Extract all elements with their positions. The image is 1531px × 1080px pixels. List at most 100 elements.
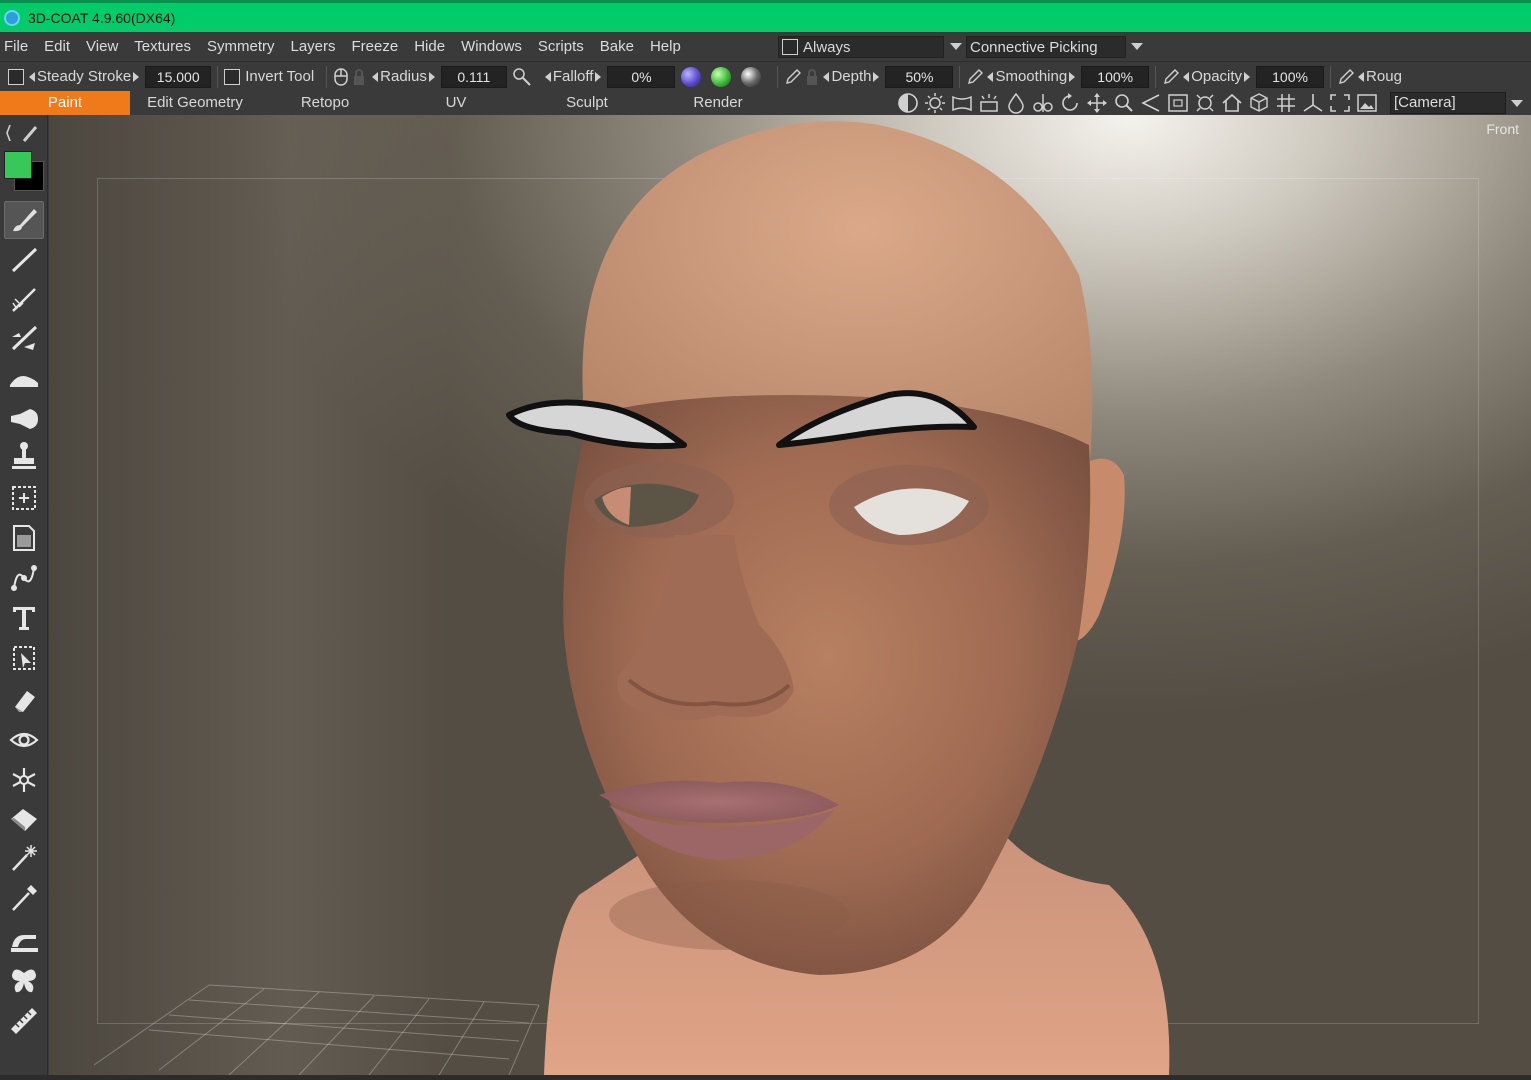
screenshot-icon[interactable] [1355, 92, 1379, 114]
fullscreen-icon[interactable] [1328, 92, 1352, 114]
fov-icon[interactable] [1139, 92, 1163, 114]
radius-pick-icon[interactable] [511, 66, 533, 88]
steady-stroke-increase-icon[interactable] [133, 71, 140, 82]
depth-increase-icon[interactable] [873, 71, 880, 82]
tool-frame[interactable] [4, 479, 44, 517]
menu-hide[interactable]: Hide [406, 32, 453, 61]
smoothing-increase-icon[interactable] [1069, 71, 1076, 82]
steady-stroke-toggle[interactable]: Steady Stroke [8, 68, 140, 85]
falloff-control[interactable]: Falloff [544, 68, 602, 85]
smoothing-pen-icon[interactable] [966, 68, 984, 86]
home-icon[interactable] [1220, 92, 1244, 114]
always-check-icon[interactable] [782, 39, 798, 55]
gloss-ball-icon[interactable] [741, 66, 762, 87]
room-tab-paint[interactable]: Paint [0, 91, 130, 115]
steady-stroke-value[interactable]: 15.000 [145, 65, 212, 88]
menu-layers[interactable]: Layers [282, 32, 343, 61]
opacity-decrease-icon[interactable] [1183, 71, 1190, 82]
rotate-view-icon[interactable] [1058, 92, 1082, 114]
menu-bake[interactable]: Bake [592, 32, 642, 61]
menu-edit[interactable]: Edit [36, 32, 78, 61]
tool-stamp[interactable] [4, 437, 44, 475]
depth-decrease-icon[interactable] [823, 71, 830, 82]
tool-curve[interactable] [4, 559, 44, 597]
tool-text[interactable] [4, 599, 44, 637]
tool-brush[interactable] [4, 201, 44, 239]
tool-eyedropper[interactable] [4, 879, 44, 917]
tool-ruler[interactable] [4, 1001, 44, 1039]
tool-hide[interactable] [4, 721, 44, 759]
always-dropdown-icon[interactable] [950, 43, 962, 50]
drop-icon[interactable] [1004, 92, 1028, 114]
falloff-decrease-icon[interactable] [544, 71, 551, 82]
opacity-pen-icon[interactable] [1162, 68, 1180, 86]
tool-magic-wand[interactable] [4, 839, 44, 877]
tool-collapse-icon[interactable] [4, 121, 44, 145]
steady-stroke-check-icon[interactable] [8, 68, 24, 85]
steady-stroke-decrease-icon[interactable] [29, 71, 35, 82]
radius-value[interactable]: 0.111 [440, 65, 507, 88]
invert-tool-check-icon[interactable] [224, 68, 241, 85]
radius-control[interactable]: Radius [333, 67, 435, 87]
tool-page[interactable] [4, 519, 44, 557]
opacity-control[interactable]: Opacity [1162, 68, 1251, 86]
menu-scripts[interactable]: Scripts [530, 32, 592, 61]
room-tab-edit-geometry[interactable]: Edit Geometry [130, 91, 260, 115]
depth-pen-icon[interactable] [784, 68, 802, 86]
color-ball-icon[interactable] [711, 66, 732, 87]
tool-freeze[interactable] [4, 761, 44, 799]
grid-icon[interactable] [1274, 92, 1298, 114]
light-rect-icon[interactable] [977, 92, 1001, 114]
tool-iron[interactable] [4, 921, 44, 959]
menu-textures[interactable]: Textures [126, 32, 199, 61]
3d-viewport[interactable]: Front [49, 115, 1531, 1075]
primary-color-swatch[interactable] [4, 151, 32, 179]
cube-icon[interactable] [1247, 92, 1271, 114]
falloff-increase-icon[interactable] [595, 71, 602, 82]
menu-freeze[interactable]: Freeze [344, 32, 407, 61]
material-ball-icon[interactable] [681, 66, 702, 87]
radius-decrease-icon[interactable] [372, 71, 379, 82]
smoothing-control[interactable]: Smoothing [966, 68, 1076, 86]
picking-dropdown-icon[interactable] [1131, 43, 1143, 50]
contrast-icon[interactable] [896, 92, 920, 114]
depth-control[interactable]: Depth [784, 68, 880, 86]
focus-icon[interactable] [1193, 92, 1217, 114]
camera-select[interactable]: [Camera] [1390, 92, 1506, 114]
menu-file[interactable]: File [0, 32, 36, 61]
zoom-view-icon[interactable] [1112, 92, 1136, 114]
light-icon[interactable] [923, 92, 947, 114]
opacity-value[interactable]: 100% [1256, 65, 1325, 88]
picking-select[interactable]: Connective Picking [966, 36, 1126, 58]
falloff-value[interactable]: 0% [607, 65, 676, 88]
menu-symmetry[interactable]: Symmetry [199, 32, 283, 61]
tool-eraser[interactable] [4, 681, 44, 719]
roughness-pen-icon[interactable] [1337, 68, 1355, 86]
mouse-icon[interactable] [333, 67, 349, 87]
axis-icon[interactable] [1301, 92, 1325, 114]
roughness-decrease-icon[interactable] [1358, 71, 1365, 82]
invert-tool-toggle[interactable]: Invert Tool [224, 68, 314, 85]
camera-dropdown-icon[interactable] [1511, 100, 1523, 107]
tool-symmetry[interactable] [4, 961, 44, 999]
pivot-icon[interactable] [1031, 92, 1055, 114]
frame-view-icon[interactable] [950, 92, 974, 114]
room-tab-uv[interactable]: UV [390, 91, 522, 115]
tool-blur[interactable] [4, 399, 44, 437]
roughness-control[interactable]: Roug [1337, 68, 1402, 86]
radius-increase-icon[interactable] [428, 71, 435, 82]
tool-smudge[interactable] [4, 359, 44, 397]
tool-bucket[interactable] [4, 801, 44, 839]
head-model[interactable] [489, 115, 1209, 1075]
depth-lock-icon[interactable] [805, 68, 819, 86]
menu-windows[interactable]: Windows [453, 32, 530, 61]
menu-help[interactable]: Help [642, 32, 689, 61]
room-tab-retopo[interactable]: Retopo [260, 91, 390, 115]
radius-lock-icon[interactable] [352, 68, 366, 86]
always-checkbox[interactable]: Always [778, 36, 944, 58]
move-view-icon[interactable] [1085, 92, 1109, 114]
smoothing-decrease-icon[interactable] [987, 71, 994, 82]
room-tab-render[interactable]: Render [652, 91, 784, 115]
opacity-increase-icon[interactable] [1244, 71, 1251, 82]
tool-line[interactable] [4, 241, 44, 279]
